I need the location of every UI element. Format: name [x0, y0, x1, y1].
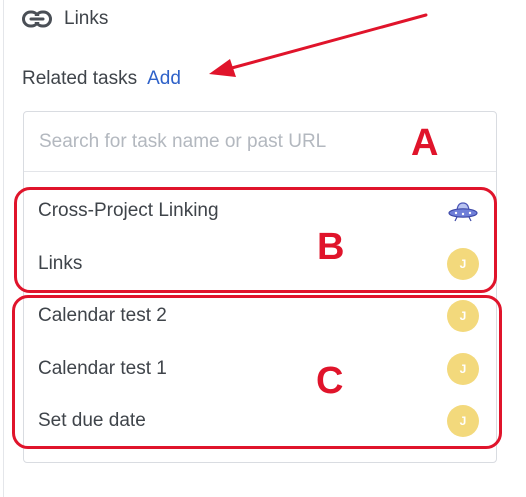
task-result-item[interactable]: Calendar test 1 J	[24, 343, 496, 396]
task-name: Cross-Project Linking	[38, 200, 219, 222]
ufo-icon	[447, 199, 479, 223]
related-tasks-row: Related tasks Add	[22, 68, 181, 90]
task-name: Set due date	[38, 410, 146, 432]
related-tasks-label: Related tasks	[22, 68, 138, 89]
task-name: Links	[38, 252, 83, 274]
task-name: Calendar test 1	[38, 357, 167, 379]
annotation-label-a: A	[411, 122, 439, 164]
assignee-avatar: J	[447, 405, 479, 438]
task-result-item[interactable]: Set due date J	[24, 395, 496, 448]
task-result-item[interactable]: Links J	[24, 238, 496, 291]
assignee-avatar: J	[447, 300, 479, 333]
assignee-avatar: J	[447, 247, 479, 280]
assignee-avatar: J	[447, 352, 479, 385]
links-header: Links	[22, 8, 108, 30]
add-related-task-link[interactable]: Add	[147, 68, 181, 90]
links-title: Links	[64, 8, 109, 29]
task-results-list: Cross-Project Linking Links J Calendar t…	[24, 185, 496, 448]
task-name: Calendar test 2	[38, 305, 167, 327]
task-result-item[interactable]: Calendar test 2 J	[24, 290, 496, 343]
annotation-label-b: B	[317, 226, 345, 268]
annotation-label-c: C	[316, 360, 344, 402]
link-icon	[22, 10, 52, 28]
panel-divider	[3, 0, 4, 497]
task-result-item[interactable]: Cross-Project Linking	[24, 185, 496, 238]
